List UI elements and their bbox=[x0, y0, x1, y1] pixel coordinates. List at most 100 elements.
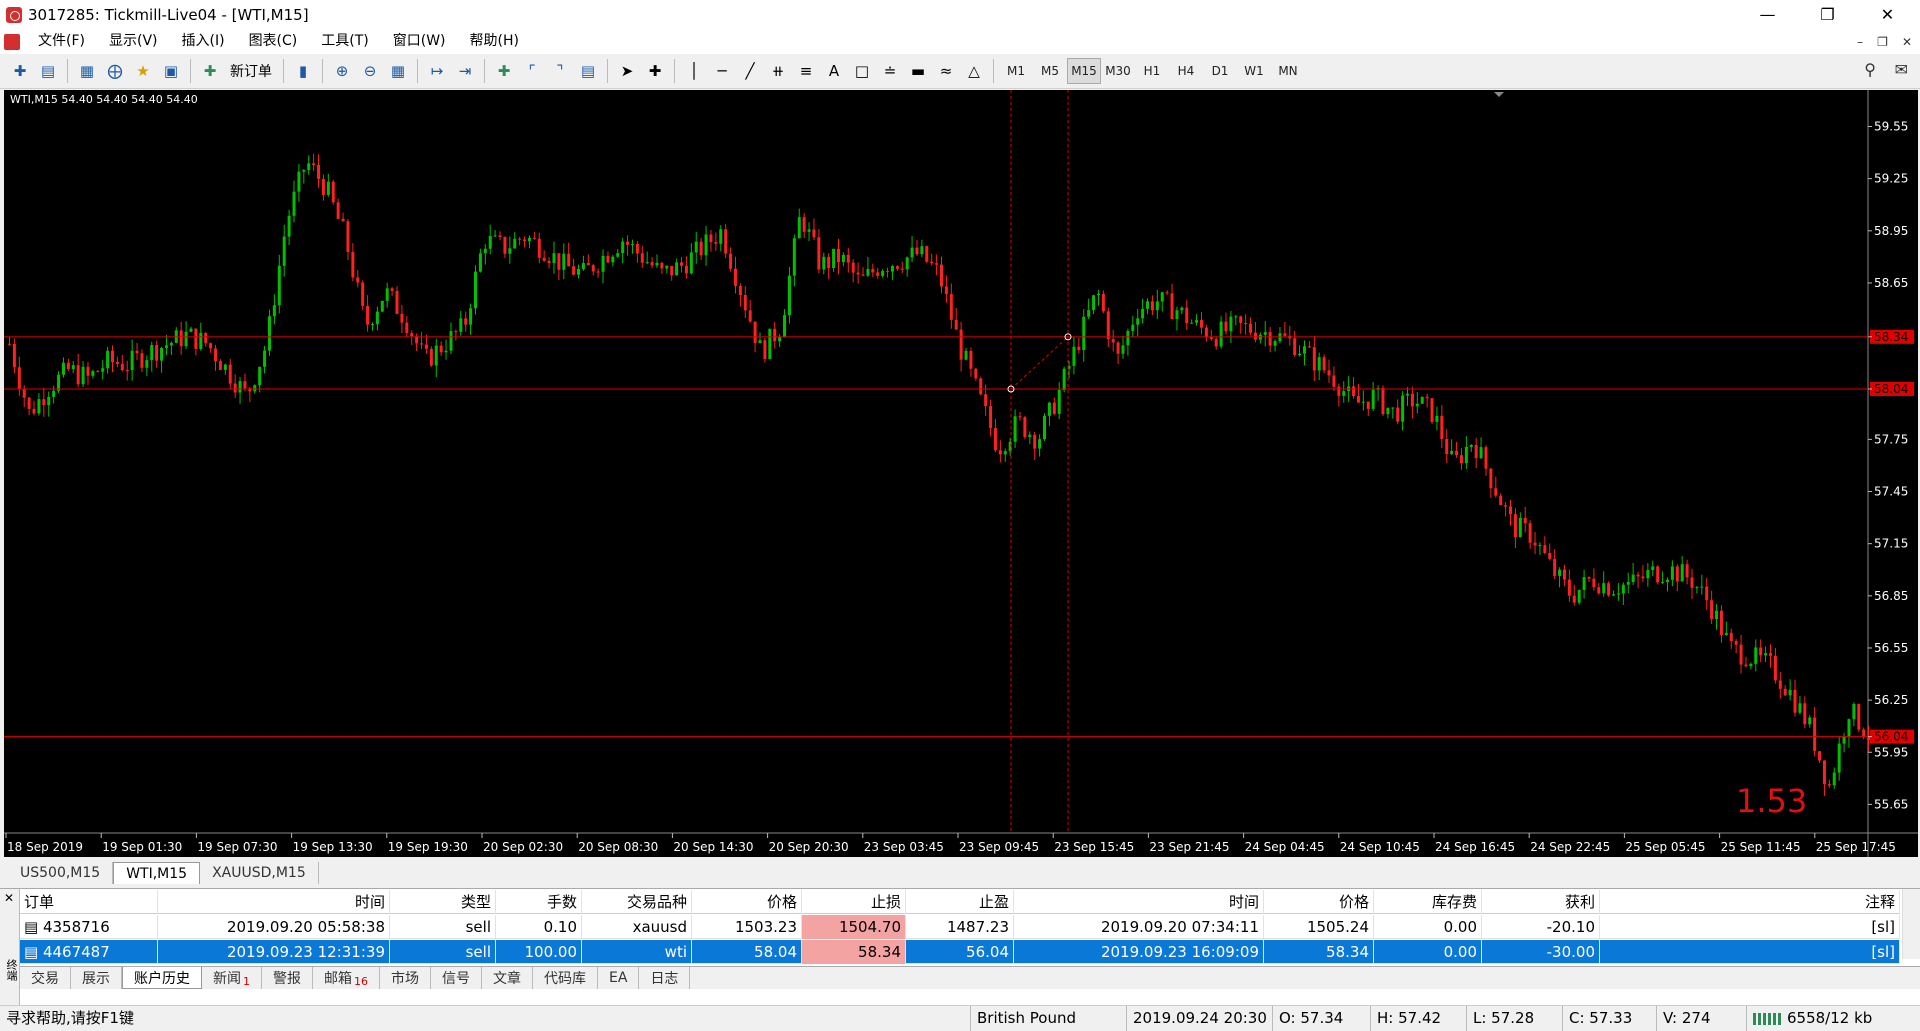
indicators-icon[interactable]: ✚ bbox=[490, 57, 518, 85]
candlestick-chart[interactable]: 59.55 59.25 58.95 58.65 58.34 58.04 57.75 57.45… bbox=[4, 90, 1918, 857]
status-profile[interactable]: British Pound bbox=[970, 1006, 1082, 1031]
crosshair-icon[interactable]: ✚ bbox=[641, 57, 669, 85]
col-type[interactable]: 类型 bbox=[390, 890, 496, 914]
arrows-icon[interactable]: ≈ bbox=[932, 57, 960, 85]
col-profit[interactable]: 获利 bbox=[1482, 890, 1600, 914]
tf-m5[interactable]: M5 bbox=[1033, 58, 1067, 84]
tab-news[interactable]: 新闻 1 bbox=[202, 967, 262, 989]
tf-mn[interactable]: MN bbox=[1271, 58, 1305, 84]
menu-charts[interactable]: 图表(C) bbox=[237, 29, 310, 54]
tf-m30[interactable]: M30 bbox=[1101, 58, 1135, 84]
tf-h1[interactable]: H1 bbox=[1135, 58, 1169, 84]
scroll-icon[interactable]: ↦ bbox=[423, 57, 451, 85]
symbol-tab-xauusd[interactable]: XAUUSD,M15 bbox=[200, 862, 319, 884]
tab-signals[interactable]: 信号 bbox=[431, 967, 482, 989]
search-icon[interactable]: ⚲ bbox=[1864, 60, 1876, 79]
cursor-icon[interactable]: ➤ bbox=[613, 57, 641, 85]
menu-insert[interactable]: 插入(I) bbox=[170, 29, 237, 54]
shift-icon[interactable]: ⇥ bbox=[451, 57, 479, 85]
tab-mailbox[interactable]: 邮箱 16 bbox=[313, 967, 380, 989]
tf-d1[interactable]: D1 bbox=[1203, 58, 1237, 84]
col-tp[interactable]: 止盈 bbox=[906, 890, 1014, 914]
templates-icon[interactable]: ⌝ bbox=[546, 57, 574, 85]
col-sl[interactable]: 止损 bbox=[802, 890, 906, 914]
col-close-price[interactable]: 价格 bbox=[1264, 890, 1374, 914]
new-chart-icon[interactable]: ✚ bbox=[6, 57, 34, 85]
close-button[interactable]: ✕ bbox=[1860, 0, 1915, 29]
tab-articles[interactable]: 文章 bbox=[482, 967, 533, 989]
chat-icon[interactable]: ✉ bbox=[1895, 60, 1908, 79]
close-icon[interactable]: ✕ bbox=[4, 891, 14, 905]
candle-body bbox=[444, 350, 448, 353]
zoom-in-icon[interactable]: ⊕ bbox=[328, 57, 356, 85]
minimize-button[interactable]: — bbox=[1740, 0, 1795, 29]
history-row[interactable]: ▤ 4467487 2019.09.23 12:31:39 sell 100.0… bbox=[20, 940, 1900, 964]
channel-icon[interactable]: ⧺ bbox=[764, 57, 792, 85]
chart-templates-icon[interactable]: ▤ bbox=[574, 57, 602, 85]
tf-m1[interactable]: M1 bbox=[999, 58, 1033, 84]
tile-icon[interactable]: ▦ bbox=[384, 57, 412, 85]
restore-button[interactable]: ❐ bbox=[1800, 0, 1855, 29]
menu-help[interactable]: 帮助(H) bbox=[458, 29, 531, 54]
candle-body bbox=[1818, 751, 1822, 761]
candle-body bbox=[876, 272, 880, 276]
candle-body bbox=[1670, 566, 1674, 580]
fibo-fan-icon[interactable]: ≐ bbox=[876, 57, 904, 85]
tab-journal[interactable]: 日志 bbox=[639, 967, 691, 989]
tf-m15[interactable]: M15 bbox=[1067, 58, 1101, 84]
tab-trade[interactable]: 交易 bbox=[20, 967, 71, 989]
symbol-tab-us500[interactable]: US500,M15 bbox=[8, 862, 114, 884]
rectangle-icon[interactable]: ▬ bbox=[904, 57, 932, 85]
tf-w1[interactable]: W1 bbox=[1237, 58, 1271, 84]
chart-window-icon[interactable] bbox=[4, 33, 20, 50]
tab-code-base[interactable]: 代码库 bbox=[533, 967, 598, 989]
col-price[interactable]: 价格 bbox=[692, 890, 802, 914]
menu-window[interactable]: 窗口(W) bbox=[381, 29, 458, 54]
menu-file[interactable]: 文件(F) bbox=[26, 29, 97, 54]
terminal-icon[interactable]: ▣ bbox=[157, 57, 185, 85]
mdi-restore-icon[interactable]: ❐ bbox=[1877, 35, 1888, 49]
market-watch-icon[interactable]: ▦ bbox=[73, 57, 101, 85]
tf-h4[interactable]: H4 bbox=[1169, 58, 1203, 84]
menu-tools[interactable]: 工具(T) bbox=[309, 29, 380, 54]
zoom-out-icon[interactable]: ⊖ bbox=[356, 57, 384, 85]
mdi-close-icon[interactable]: ✕ bbox=[1902, 35, 1912, 49]
new-order-button[interactable]: 新订单 bbox=[224, 57, 278, 85]
price-chart[interactable]: 59.55 59.25 58.95 58.65 58.34 58.04 57.75 57.45… bbox=[4, 90, 1918, 857]
status-traffic[interactable]: 6558/12 kb bbox=[1746, 1006, 1878, 1031]
profiles-icon[interactable]: ▤ bbox=[34, 57, 62, 85]
label-icon[interactable]: □ bbox=[848, 57, 876, 85]
navigator-icon[interactable]: ⨁ bbox=[101, 57, 129, 85]
shapes-icon[interactable]: △ bbox=[960, 57, 988, 85]
col-symbol[interactable]: 交易品种 bbox=[582, 890, 692, 914]
candle-body bbox=[164, 345, 168, 348]
vertical-scrollbar[interactable] bbox=[1902, 889, 1920, 959]
candle-body bbox=[940, 264, 943, 287]
tab-account-history[interactable]: 账户历史 bbox=[122, 967, 202, 989]
favorites-icon[interactable]: ★ bbox=[129, 57, 157, 85]
mdi-minimize-icon[interactable]: – bbox=[1857, 35, 1863, 49]
trendline-icon[interactable]: ╱ bbox=[736, 57, 764, 85]
col-swap[interactable]: 库存费 bbox=[1374, 890, 1482, 914]
new-order-icon[interactable]: ✚ bbox=[196, 57, 224, 85]
autotrading-icon[interactable]: ▮ bbox=[289, 57, 317, 85]
tab-alerts[interactable]: 警报 bbox=[262, 967, 313, 989]
col-close-time[interactable]: 时间 bbox=[1014, 890, 1264, 914]
text-icon[interactable]: A bbox=[820, 57, 848, 85]
col-order[interactable]: 订单 bbox=[20, 890, 158, 914]
col-open-time[interactable]: 时间 bbox=[158, 890, 390, 914]
tab-market[interactable]: 市场 bbox=[380, 967, 431, 989]
fibo-icon[interactable]: ≡ bbox=[792, 57, 820, 85]
candle-body bbox=[282, 236, 286, 266]
symbol-tab-wti[interactable]: WTI,M15 bbox=[113, 862, 201, 884]
col-lots[interactable]: 手数 bbox=[496, 890, 582, 914]
tab-exposure[interactable]: 展示 bbox=[71, 967, 122, 989]
hline-icon[interactable]: ─ bbox=[708, 57, 736, 85]
vline-icon[interactable]: │ bbox=[680, 57, 708, 85]
history-row[interactable]: ▤ 4358716 2019.09.20 05:58:38 sell 0.10 … bbox=[20, 915, 1900, 939]
periods-icon[interactable]: ⌜ bbox=[518, 57, 546, 85]
menu-view[interactable]: 显示(V) bbox=[97, 29, 170, 54]
tab-experts[interactable]: EA bbox=[598, 967, 640, 989]
candle-body bbox=[292, 191, 296, 216]
col-comment[interactable]: 注释 bbox=[1600, 890, 1900, 914]
